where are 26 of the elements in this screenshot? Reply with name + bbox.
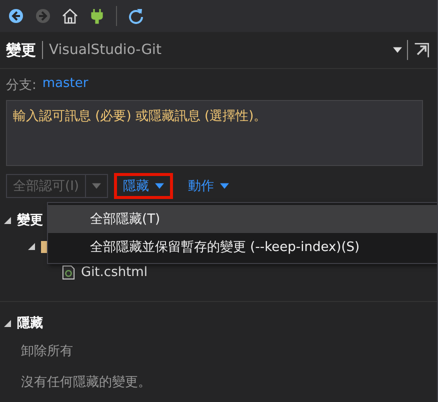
caret-icon [220,183,229,189]
file-icon [62,264,75,280]
expand-icon[interactable] [28,242,35,250]
caret-icon [154,183,164,189]
expand-icon[interactable] [4,216,11,224]
back-icon[interactable] [8,8,24,24]
menu-item[interactable]: 全部隱藏並保留暫存的變更 (--keep-index)(S) [48,233,437,261]
dropdown-icon[interactable] [393,47,402,53]
panel-title: 變更 [6,40,36,60]
branch-label: 分支: [6,77,36,94]
pop-out-icon[interactable] [413,41,431,59]
menu-button[interactable]: 動作 [178,173,238,199]
file-name[interactable]: Git.cshtml [81,264,148,280]
menu-item[interactable]: 全部隱藏(T) [48,205,437,233]
section-title: 隱藏 [17,315,43,332]
menu-button[interactable]: 隱藏 [114,173,173,199]
repository-name: VisualStudio-Git [49,42,162,58]
plug-icon[interactable] [89,8,105,24]
home-icon[interactable] [62,8,78,24]
drop-all-link[interactable]: 卸除所有 [4,342,73,360]
expand-icon[interactable] [4,320,11,326]
empty-message: 沒有任何隱藏的變更。 [20,374,151,391]
section-title: 變更 [17,212,43,229]
commit-message-field[interactable]: 輸入認可訊息 (必要) 或隱藏訊息 (選擇性)。 [6,100,423,166]
branch-link[interactable]: master [42,76,88,94]
refresh-icon[interactable] [128,8,144,24]
